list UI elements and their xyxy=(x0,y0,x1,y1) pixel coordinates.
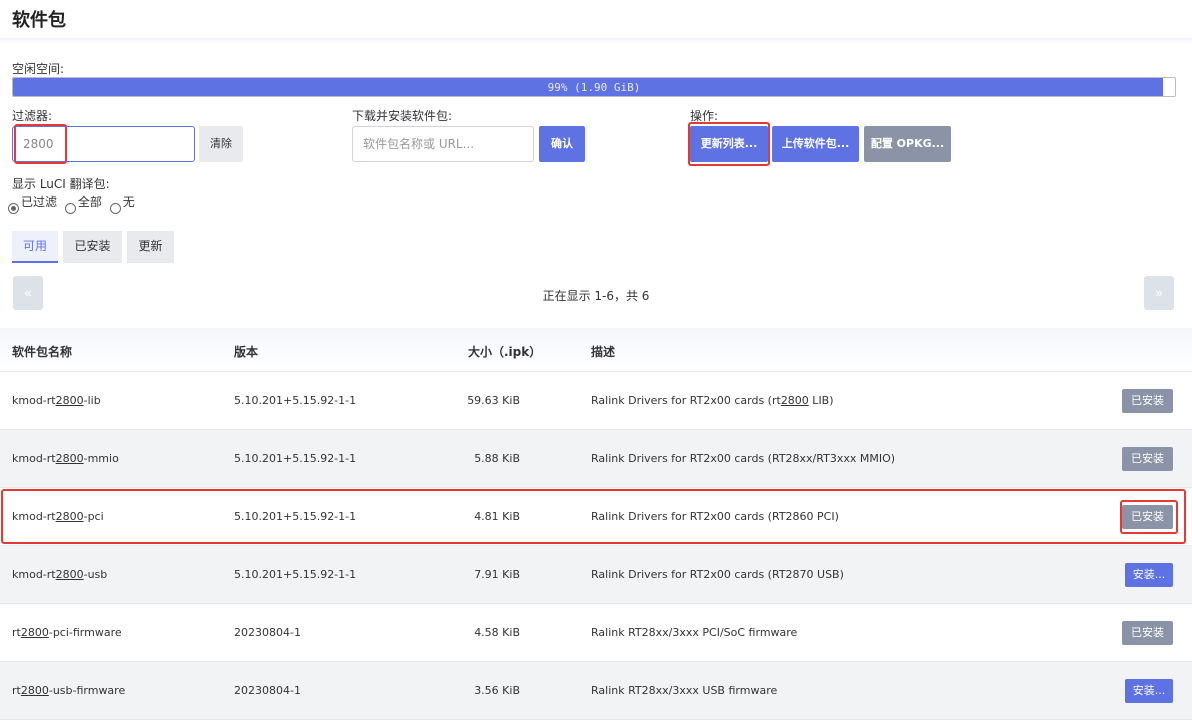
free-space-bar: 99% (1.90 GiB) xyxy=(12,77,1176,97)
download-label: 下载并安装软件包: xyxy=(352,109,453,123)
radio-filtered-dot[interactable] xyxy=(8,203,19,214)
radio-none[interactable]: 无 xyxy=(109,193,135,214)
package-size: 4.58 KiB xyxy=(474,626,520,639)
package-name: rt2800-pci-firmware xyxy=(12,626,122,639)
install-button[interactable]: 安装... xyxy=(1125,679,1173,703)
radio-filtered[interactable]: 已过滤 xyxy=(8,193,57,214)
table-header: 软件包名称 版本 大小（.ipk） 描述 xyxy=(0,328,1192,372)
upload-package-button[interactable]: 上传软件包... xyxy=(772,126,859,162)
table-row: kmod-rt2800-lib 5.10.201+5.15.92-1-1 59.63… xyxy=(0,372,1192,430)
radio-filtered-label: 已过滤 xyxy=(21,195,58,209)
table-row: rt2800-usb-firmware 20230804-1 3.56 KiB Ral… xyxy=(0,662,1192,720)
package-description: Ralink RT28xx/3xxx PCI/SoC firmware xyxy=(591,626,798,639)
install-button[interactable]: 安装... xyxy=(1125,563,1173,587)
actions-label: 操作: xyxy=(690,109,719,123)
header-description: 描述 xyxy=(591,345,616,359)
title-divider xyxy=(0,38,1192,44)
next-page-button[interactable]: » xyxy=(1144,276,1174,310)
package-version: 5.10.201+5.15.92-1-1 xyxy=(234,452,357,465)
package-version: 5.10.201+5.15.92-1-1 xyxy=(234,510,357,523)
package-name: kmod-rt2800-lib xyxy=(12,394,101,407)
table-row: kmod-rt2800-usb 5.10.201+5.15.92-1-1 7.91 … xyxy=(0,546,1192,604)
translation-label: 显示 LuCI 翻译包: xyxy=(12,177,110,191)
package-version: 5.10.201+5.15.92-1-1 xyxy=(234,394,357,407)
package-description: Ralink Drivers for RT2x00 cards (rt2800 … xyxy=(591,394,834,407)
tab-installed[interactable]: 已安装 xyxy=(63,231,122,263)
table-row: kmod-rt2800-mmio 5.10.201+5.15.92-1-1 5.88… xyxy=(0,430,1192,488)
header-version: 版本 xyxy=(234,345,259,359)
table-row: kmod-rt2800-pci 5.10.201+5.15.92-1-1 4.81 … xyxy=(0,488,1192,546)
package-name: rt2800-usb-firmware xyxy=(12,684,126,697)
package-name: kmod-rt2800-usb xyxy=(12,568,108,581)
package-description: Ralink Drivers for RT2x00 cards (RT2860 … xyxy=(591,510,839,523)
table-row: rt2800-pci-firmware 20230804-1 4.58 KiB Ral… xyxy=(0,604,1192,662)
package-description: Ralink Drivers for RT2x00 cards (RT2870 … xyxy=(591,568,844,581)
package-version: 20230804-1 xyxy=(234,626,301,639)
package-size: 7.91 KiB xyxy=(474,568,520,581)
package-version: 5.10.201+5.15.92-1-1 xyxy=(234,568,357,581)
configure-opkg-button[interactable]: 配置 OPKG... xyxy=(864,126,951,162)
package-size: 3.56 KiB xyxy=(474,684,520,697)
filter-label: 过滤器: xyxy=(12,109,53,123)
filter-input[interactable]: 2800 xyxy=(12,126,195,162)
header-size: 大小（.ipk） xyxy=(468,345,542,359)
clear-filter-button[interactable]: 清除 xyxy=(199,126,243,162)
installed-button[interactable]: 已安装 xyxy=(1122,621,1173,645)
radio-all-label: 全部 xyxy=(77,195,102,209)
tab-available[interactable]: 可用 xyxy=(12,231,58,263)
package-url-input[interactable]: 软件包名称或 URL... xyxy=(352,126,534,162)
package-size: 4.81 KiB xyxy=(474,510,520,523)
header-name: 软件包名称 xyxy=(12,345,73,359)
free-space-text: 99% (1.90 GiB) xyxy=(547,81,641,94)
radio-all-dot[interactable] xyxy=(64,203,76,214)
installed-button[interactable]: 已安装 xyxy=(1122,389,1173,413)
package-size: 59.63 KiB xyxy=(467,394,520,407)
pagination-status: 正在显示 1-6，共 6 xyxy=(542,289,650,303)
update-list-button[interactable]: 更新列表... xyxy=(690,126,768,162)
package-size: 5.88 KiB xyxy=(474,452,520,465)
radio-none-label: 无 xyxy=(122,195,135,209)
package-description: Ralink RT28xx/3xxx USB firmware xyxy=(591,684,778,697)
package-version: 20230804-1 xyxy=(234,684,301,697)
free-space-label: 空闲空间: xyxy=(12,62,65,76)
tab-updates[interactable]: 更新 xyxy=(127,231,174,263)
package-name: kmod-rt2800-pci xyxy=(12,510,104,523)
package-name: kmod-rt2800-mmio xyxy=(12,452,119,465)
confirm-install-button[interactable]: 确认 xyxy=(539,126,585,162)
package-description: Ralink Drivers for RT2x00 cards (RT28xx/… xyxy=(591,452,896,465)
radio-none-dot[interactable] xyxy=(109,203,121,214)
installed-button[interactable]: 已安装 xyxy=(1122,447,1173,471)
radio-all[interactable]: 全部 xyxy=(64,193,102,214)
installed-button[interactable]: 已安装 xyxy=(1122,505,1173,529)
page-title: 软件包 xyxy=(12,10,66,31)
translation-radio-group: 已过滤 全部 无 xyxy=(8,193,139,214)
